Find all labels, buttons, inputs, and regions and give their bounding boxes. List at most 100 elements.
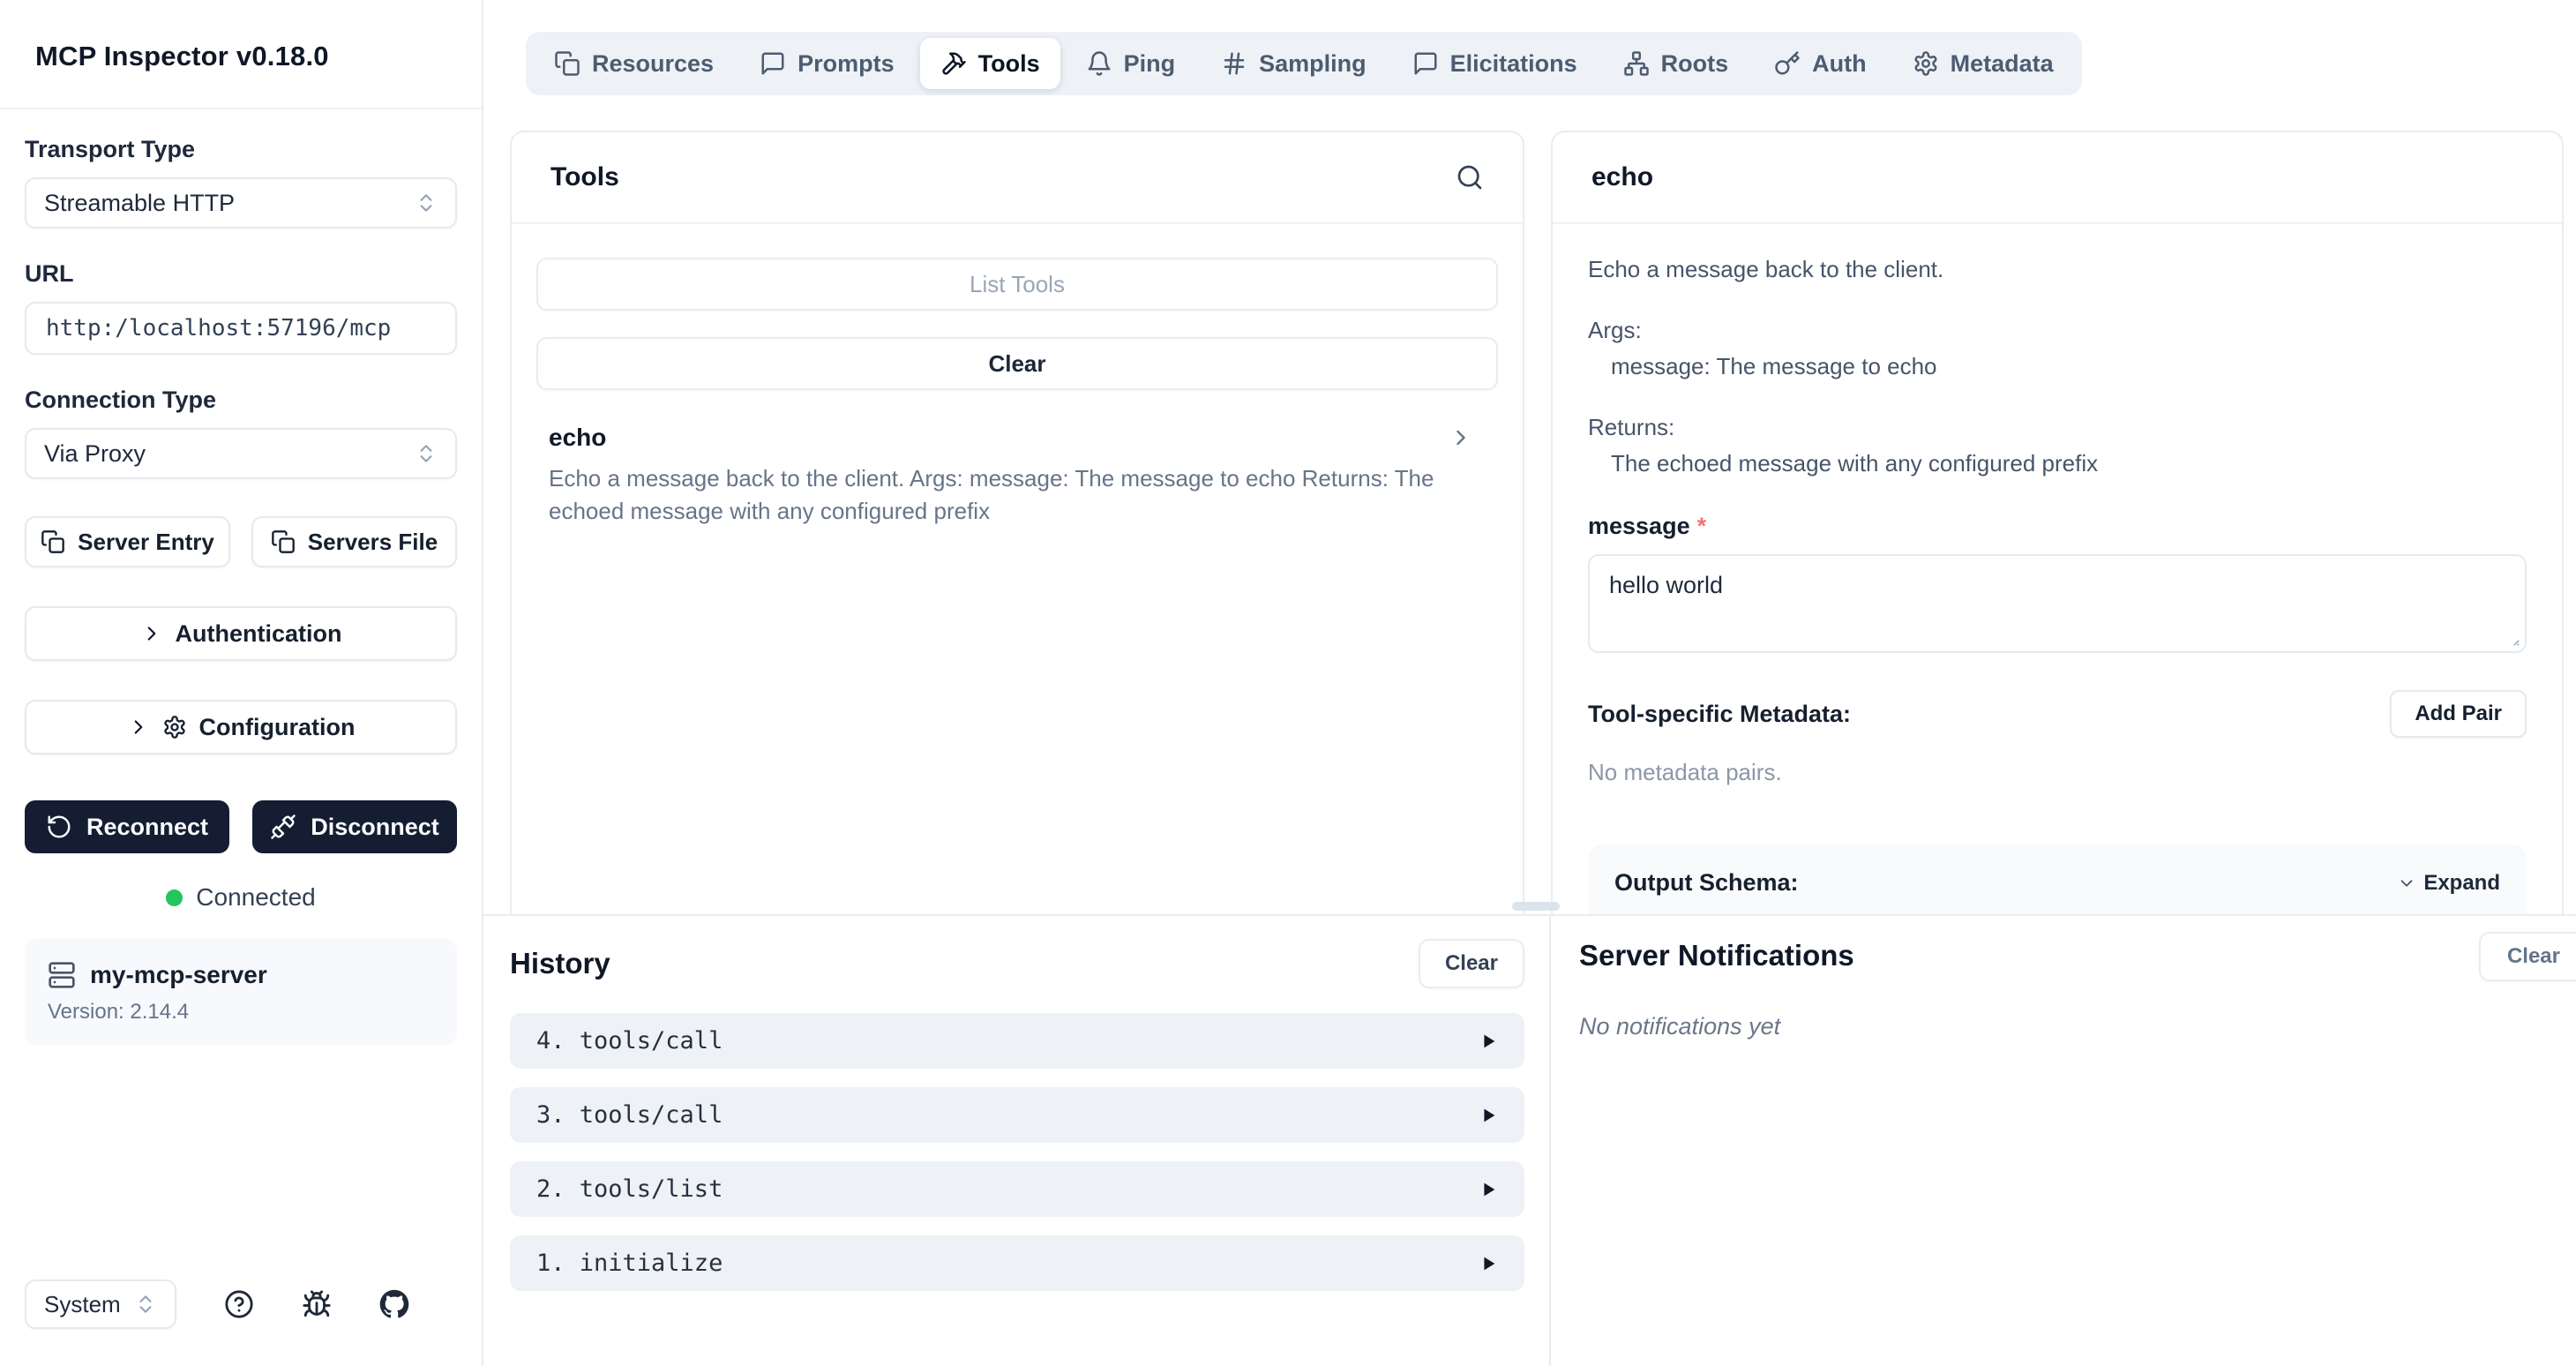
files-icon: [554, 50, 580, 77]
chevron-down-icon: [2397, 874, 2416, 893]
play-icon: [1479, 1180, 1498, 1199]
tool-name: echo: [549, 424, 1486, 452]
chevron-right-icon: [127, 716, 150, 739]
transport-type-value: Streamable HTTP: [44, 190, 235, 217]
tool-description: Echo a message back to the client. Args:…: [549, 462, 1440, 528]
sidebar-header: MCP Inspector v0.18.0: [0, 0, 482, 109]
sidebar: MCP Inspector v0.18.0 Transport Type Str…: [0, 0, 483, 1366]
theme-select[interactable]: System: [25, 1280, 176, 1329]
expand-schema-toggle[interactable]: Expand: [2397, 871, 2500, 896]
tool-detail-description: Echo a message back to the client.: [1588, 256, 2527, 283]
disconnect-button[interactable]: Disconnect: [252, 800, 457, 853]
configuration-toggle[interactable]: Configuration: [25, 700, 457, 754]
list-tools-button[interactable]: List Tools: [536, 258, 1498, 311]
split-drag-handle[interactable]: [1512, 902, 1560, 911]
history-item-label: 2. tools/list: [536, 1175, 723, 1203]
app-title: MCP Inspector v0.18.0: [35, 41, 446, 72]
github-icon[interactable]: [379, 1289, 409, 1319]
reconnect-button[interactable]: Reconnect: [25, 800, 229, 853]
history-title: History: [510, 947, 610, 980]
tool-detail-title: echo: [1591, 162, 1653, 192]
tab-label: Sampling: [1259, 50, 1367, 78]
gear-icon: [1913, 50, 1939, 77]
unplug-icon: [270, 814, 296, 840]
tab-label: Ping: [1124, 50, 1176, 78]
returns-line: The echoed message with any configured p…: [1588, 450, 2527, 477]
bell-icon: [1086, 50, 1112, 77]
servers-file-button[interactable]: Servers File: [251, 516, 457, 567]
history-item-label: 4. tools/call: [536, 1027, 723, 1055]
tab-prompts[interactable]: Prompts: [739, 38, 915, 89]
clear-history-button[interactable]: Clear: [1419, 939, 1524, 988]
url-input[interactable]: [25, 302, 457, 355]
search-icon[interactable]: [1456, 163, 1484, 191]
transport-type-select[interactable]: Streamable HTTP: [25, 177, 457, 229]
tools-panel-title: Tools: [550, 162, 619, 192]
history-item[interactable]: 4. tools/call: [510, 1013, 1524, 1069]
server-entry-button[interactable]: Server Entry: [25, 516, 230, 567]
tool-metadata-label: Tool-specific Metadata:: [1588, 701, 1851, 728]
tool-detail-panel: echo Echo a message back to the client. …: [1551, 131, 2564, 916]
rotate-ccw-icon: [46, 814, 72, 840]
server-entry-label: Server Entry: [78, 529, 214, 556]
hash-icon: [1221, 50, 1247, 77]
tab-roots[interactable]: Roots: [1603, 38, 1749, 89]
tab-ping[interactable]: Ping: [1066, 38, 1196, 89]
chevrons-up-down-icon: [415, 442, 438, 465]
disconnect-label: Disconnect: [311, 814, 439, 841]
hammer-icon: [940, 50, 967, 77]
copy-icon: [271, 529, 296, 554]
clear-tools-button[interactable]: Clear: [536, 337, 1498, 390]
help-icon[interactable]: [224, 1289, 254, 1319]
connection-type-value: Via Proxy: [44, 440, 146, 468]
tab-elicitations[interactable]: Elicitations: [1392, 38, 1598, 89]
tab-label: Metadata: [1951, 50, 2054, 78]
tab-metadata[interactable]: Metadata: [1892, 38, 2074, 89]
play-icon: [1479, 1254, 1498, 1273]
history-item[interactable]: 3. tools/call: [510, 1087, 1524, 1143]
key-icon: [1774, 50, 1801, 77]
no-notifications-text: No notifications yet: [1579, 1013, 2576, 1040]
required-marker: *: [1697, 513, 1707, 539]
content-bottom: History Clear 4. tools/call 3. tools/call…: [483, 916, 2576, 1366]
tab-tools[interactable]: Tools: [920, 38, 1060, 89]
chevron-right-icon: [140, 622, 163, 645]
play-icon: [1479, 1032, 1498, 1051]
tab-label: Resources: [592, 50, 714, 78]
tab-auth[interactable]: Auth: [1754, 38, 1886, 89]
history-item[interactable]: 1. initialize: [510, 1235, 1524, 1291]
resize-grip-icon[interactable]: [2505, 631, 2520, 647]
bug-icon[interactable]: [302, 1289, 332, 1319]
history-item[interactable]: 2. tools/list: [510, 1161, 1524, 1217]
reconnect-label: Reconnect: [86, 814, 208, 841]
play-icon: [1479, 1106, 1498, 1125]
message-input[interactable]: hello world: [1588, 554, 2527, 653]
tools-panel: Tools List Tools Clear echo Echo a messa…: [510, 131, 1524, 916]
gear-icon: [162, 715, 187, 739]
chevrons-up-down-icon: [134, 1293, 157, 1316]
authentication-label: Authentication: [176, 620, 342, 648]
servers-file-label: Servers File: [308, 529, 438, 556]
connection-type-select[interactable]: Via Proxy: [25, 428, 457, 479]
clear-notifications-button[interactable]: Clear: [2479, 932, 2576, 981]
history-item-label: 3. tools/call: [536, 1101, 723, 1129]
connection-status: Connected: [25, 883, 457, 912]
tab-resources[interactable]: Resources: [534, 38, 734, 89]
args-line: message: The message to echo: [1588, 353, 2527, 380]
connected-dot-icon: [166, 889, 183, 906]
transport-type-label: Transport Type: [25, 136, 457, 163]
message-square-icon: [1412, 50, 1439, 77]
history-item-label: 1. initialize: [536, 1250, 723, 1277]
tab-sampling[interactable]: Sampling: [1201, 38, 1387, 89]
message-field-label: message*: [1588, 513, 2527, 540]
tab-label: Auth: [1812, 50, 1866, 78]
server-info-card: my-mcp-server Version: 2.14.4: [25, 938, 457, 1046]
server-notifications-title: Server Notifications: [1579, 939, 1854, 972]
authentication-toggle[interactable]: Authentication: [25, 606, 457, 661]
output-schema-label: Output Schema:: [1614, 869, 1799, 897]
copy-icon: [41, 529, 65, 554]
add-pair-button[interactable]: Add Pair: [2390, 690, 2527, 738]
server-version: Version: 2.14.4: [48, 1000, 434, 1024]
tab-label: Tools: [978, 50, 1040, 78]
tool-list-item-echo[interactable]: echo Echo a message back to the client. …: [536, 424, 1498, 528]
